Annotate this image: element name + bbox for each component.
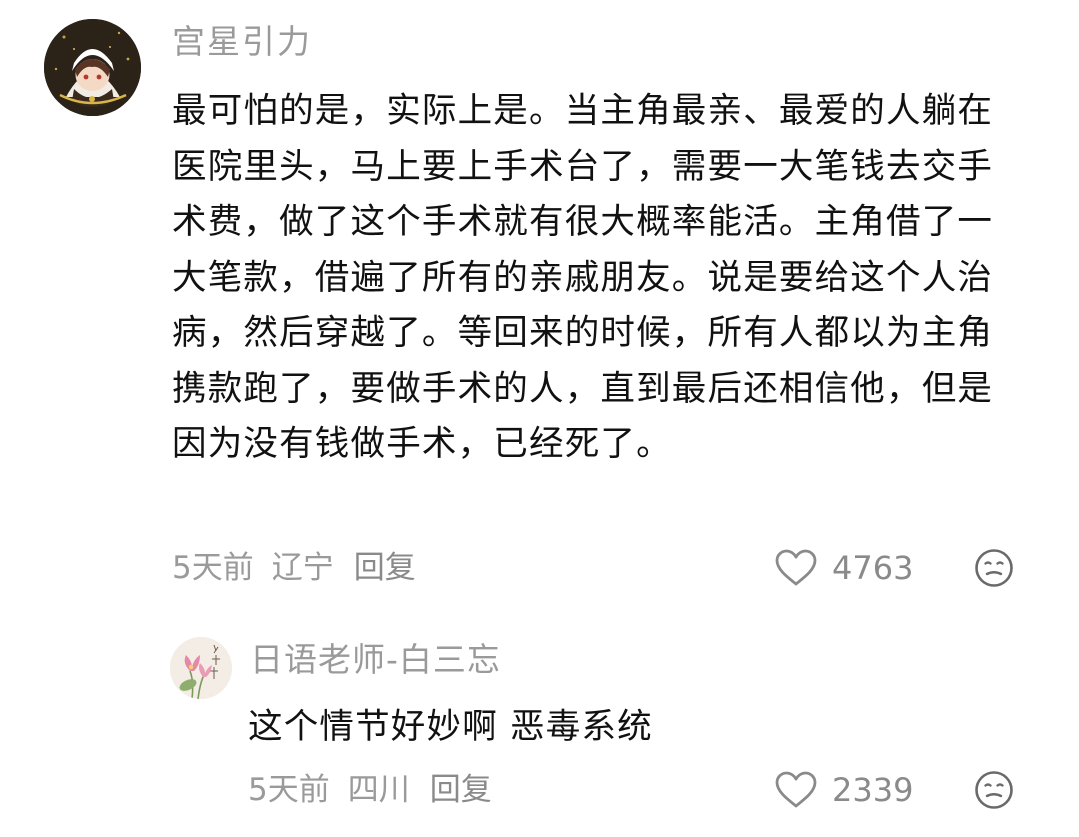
comment-text: 这个情节好妙啊 恶毒系统 — [248, 707, 653, 747]
avatar[interactable] — [170, 637, 232, 699]
like-button[interactable]: 2339 — [774, 770, 913, 810]
comment-meta: 5天前 四川 回复 — [248, 770, 510, 810]
like-button[interactable]: 4763 — [774, 548, 913, 588]
comment-meta: 5天前 辽宁 回复 — [172, 548, 434, 588]
location: 辽宁 — [271, 550, 334, 586]
comment: 宫星引力 最可怕的是，实际上是。当主角最亲、最爱的人躺在医院里头，马上要上手术台… — [0, 0, 1079, 610]
meh-face-icon — [975, 771, 1013, 809]
emoji-reaction-button[interactable] — [974, 770, 1014, 810]
username[interactable]: 日语老师-白三忘 — [250, 638, 501, 682]
like-count: 2339 — [832, 771, 914, 809]
heart-outline-icon — [775, 549, 817, 586]
meh-face-icon — [975, 549, 1013, 587]
reply-button[interactable]: 回复 — [430, 770, 492, 810]
like-count: 4763 — [832, 549, 914, 587]
username[interactable]: 宫星引力 — [172, 20, 312, 64]
timestamp: 5天前 — [172, 550, 254, 586]
location: 四川 — [347, 772, 410, 808]
lotus-avatar-icon — [170, 637, 232, 699]
emoji-reaction-button[interactable] — [974, 548, 1014, 588]
reply-button[interactable]: 回复 — [354, 548, 416, 588]
heart-outline-icon — [775, 771, 817, 808]
anime-avatar-icon — [44, 19, 141, 116]
timestamp: 5天前 — [248, 772, 330, 808]
reply-comment: 日语老师-白三忘 这个情节好妙啊 恶毒系统 5天前 四川 回复 2339 — [0, 610, 1079, 837]
avatar[interactable] — [44, 19, 141, 116]
comment-text: 最可怕的是，实际上是。当主角最亲、最爱的人躺在医院里头，马上要上手术台了，需要一… — [172, 91, 994, 464]
